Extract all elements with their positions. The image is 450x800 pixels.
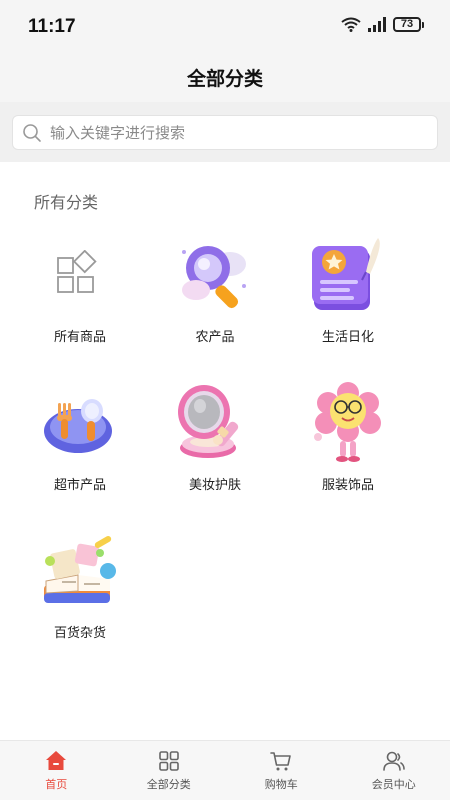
flower-glasses-icon bbox=[303, 378, 393, 468]
signal-icon bbox=[368, 17, 386, 32]
category-label: 农产品 bbox=[195, 330, 235, 345]
search-area: 输入关键字进行搜索 bbox=[0, 102, 450, 162]
page-title: 全部分类 bbox=[186, 67, 263, 90]
book-stationery-icon bbox=[35, 526, 125, 616]
certificate-3d-icon bbox=[303, 230, 393, 320]
status-bar: 11:17 73 bbox=[0, 0, 450, 52]
tab-all-categories[interactable]: 全部分类 bbox=[113, 741, 226, 800]
category-beauty[interactable]: 美妆护肤 bbox=[150, 378, 280, 493]
page-header: 全部分类 bbox=[0, 52, 450, 102]
category-label: 所有商品 bbox=[53, 330, 106, 345]
category-label: 超市产品 bbox=[53, 478, 106, 493]
grid-icon bbox=[158, 751, 179, 771]
category-label: 百货杂货 bbox=[53, 626, 106, 641]
grid-shapes-icon bbox=[35, 230, 125, 320]
section-title: 所有分类 bbox=[34, 193, 99, 212]
battery-icon: 73 bbox=[393, 17, 424, 32]
wifi-icon bbox=[341, 17, 361, 32]
tab-label: 购物车 bbox=[264, 778, 298, 791]
tab-label: 会员中心 bbox=[371, 778, 416, 791]
tab-home[interactable]: 首页 bbox=[0, 741, 113, 800]
category-daily-chemicals[interactable]: 生活日化 bbox=[283, 230, 413, 345]
category-label: 服装饰品 bbox=[321, 478, 374, 493]
category-apparel[interactable]: 服装饰品 bbox=[283, 378, 413, 493]
tab-member-center[interactable]: 会员中心 bbox=[338, 741, 450, 800]
magnifier-3d-icon bbox=[170, 230, 260, 320]
tab-label: 首页 bbox=[45, 778, 68, 791]
home-icon bbox=[46, 751, 67, 770]
search-placeholder: 输入关键字进行搜索 bbox=[50, 124, 186, 142]
tab-label: 全部分类 bbox=[146, 778, 191, 791]
category-label: 生活日化 bbox=[321, 330, 374, 345]
battery-level: 73 bbox=[393, 17, 421, 32]
compact-powder-icon bbox=[170, 378, 260, 468]
fork-spoon-plate-icon bbox=[35, 378, 125, 468]
bottom-tab-bar: 首页 全部分类 购物车 会员中心 bbox=[0, 740, 450, 800]
status-icons: 73 bbox=[341, 17, 424, 32]
category-agricultural[interactable]: 农产品 bbox=[150, 230, 280, 345]
status-time: 11:17 bbox=[28, 16, 76, 37]
category-supermarket[interactable]: 超市产品 bbox=[15, 378, 145, 493]
category-general-merchandise[interactable]: 百货杂货 bbox=[15, 526, 145, 641]
tab-cart[interactable]: 购物车 bbox=[225, 741, 338, 800]
search-icon bbox=[23, 123, 41, 142]
search-input[interactable]: 输入关键字进行搜索 bbox=[12, 115, 438, 150]
user-icon bbox=[382, 751, 405, 771]
category-all-products[interactable]: 所有商品 bbox=[15, 230, 145, 345]
cart-icon bbox=[270, 752, 292, 771]
category-label: 美妆护肤 bbox=[188, 478, 241, 493]
